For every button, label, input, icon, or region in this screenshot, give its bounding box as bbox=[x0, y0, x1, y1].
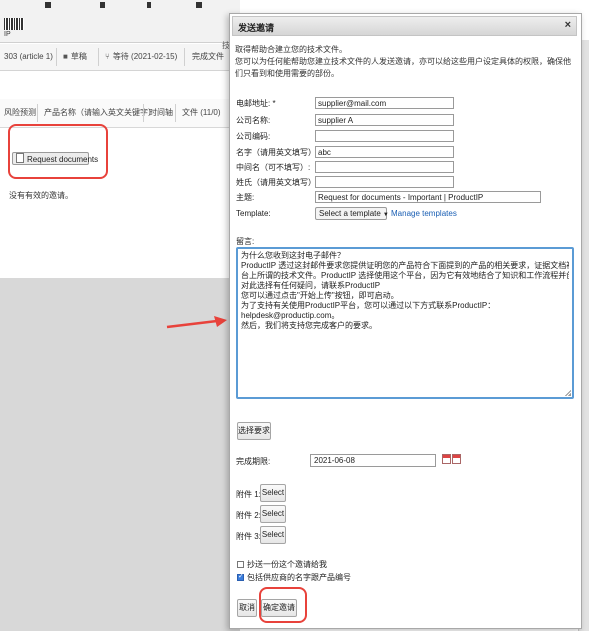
close-icon[interactable]: × bbox=[565, 19, 571, 31]
tab-label: 完成文件 bbox=[192, 52, 224, 61]
tab-separator bbox=[175, 104, 176, 122]
tab-article[interactable]: 303 (article 1) bbox=[4, 44, 53, 70]
message-line: 为什么您收到这封电子邮件？ bbox=[241, 251, 345, 260]
no-invites-text: 没有有效的邀请。 bbox=[9, 191, 73, 200]
header-decoration bbox=[196, 2, 202, 8]
attachment-3-select-button[interactable]: Select bbox=[260, 526, 286, 544]
select-requirements-button[interactable]: 选择要求 bbox=[237, 422, 271, 440]
email-field[interactable] bbox=[315, 97, 454, 109]
subtab-files[interactable]: 文件 (11/0) bbox=[182, 99, 221, 127]
calendar-icon[interactable] bbox=[442, 454, 451, 464]
company-name-label: 公司名称: bbox=[236, 116, 271, 125]
tab-label: 等待 (2021-02-15) bbox=[112, 52, 178, 61]
attachment-1-select-button[interactable]: Select bbox=[260, 484, 286, 502]
workflow-icon: ⑂ bbox=[105, 52, 110, 61]
highlight-box bbox=[259, 587, 307, 623]
middle-name-label: 中间名（可不填写）: bbox=[236, 163, 311, 172]
dialog-header: 发送邀请 × bbox=[232, 16, 577, 36]
red-arrow-icon bbox=[166, 316, 227, 329]
message-line: 然后，我们将支持您完成客户的要求。 bbox=[241, 321, 377, 330]
message-line: 为了支持有关使用ProductIP平台，您可以通过以下方式联系ProductIP… bbox=[241, 301, 496, 310]
attachment-3-label: 附件 3: bbox=[236, 532, 261, 541]
template-selected: Select a template bbox=[319, 209, 381, 218]
app-logo[interactable]: IP bbox=[4, 18, 26, 38]
message-line: 对此选择有任何疑问，请联系ProductIP bbox=[241, 281, 381, 290]
subject-field[interactable] bbox=[315, 191, 541, 203]
subject-label: 主题: bbox=[236, 193, 255, 202]
cancel-button[interactable]: 取消 bbox=[237, 599, 257, 617]
folder-icon: ■ bbox=[63, 52, 68, 61]
company-code-label: 公司编码: bbox=[236, 132, 271, 141]
subtab-product-name[interactable]: 产品名称（请输入英文关键字） bbox=[44, 99, 156, 127]
deadline-label: 完成期限: bbox=[236, 457, 271, 466]
message-line: 您可以通过点击"开始上传"按钮，即可启动。 bbox=[241, 291, 399, 300]
highlight-box bbox=[8, 124, 108, 179]
manage-templates-link[interactable]: Manage templates bbox=[391, 209, 457, 218]
tab-label: 303 (article 1) bbox=[4, 52, 53, 61]
first-name-field[interactable] bbox=[315, 146, 454, 158]
header-decoration bbox=[147, 2, 151, 8]
last-name-label: 姓氏（请用英文填写）: bbox=[236, 178, 319, 187]
tab-complete[interactable]: 完成文件 bbox=[192, 44, 224, 70]
attachment-1-label: 附件 1: bbox=[236, 490, 261, 499]
app-header: IP bbox=[0, 0, 240, 43]
header-decoration bbox=[100, 2, 105, 8]
dialog-title: 发送邀请 bbox=[238, 23, 275, 33]
cc-me-checkbox[interactable] bbox=[237, 561, 244, 568]
include-supplier-checkbox[interactable] bbox=[237, 572, 244, 581]
calendar-clear-icon[interactable] bbox=[452, 454, 461, 464]
tab-label: 草稿 bbox=[70, 52, 87, 61]
deadline-field[interactable]: 2021-06-08 bbox=[310, 454, 436, 467]
barcode-icon bbox=[4, 18, 24, 30]
email-label: 电邮地址: * bbox=[236, 99, 276, 108]
tab-draft[interactable]: ■ 草稿 bbox=[63, 44, 87, 70]
tab-separator bbox=[98, 48, 99, 66]
tab-separator bbox=[184, 48, 185, 66]
message-line: ProductIP 透过这封邮件要求您提供证明您的产品符合下面提到的产品的相关要… bbox=[241, 261, 569, 270]
company-name-field[interactable] bbox=[315, 114, 454, 126]
tab-separator bbox=[56, 48, 57, 66]
template-select[interactable]: Select a template ▼ bbox=[315, 207, 389, 220]
last-name-field[interactable] bbox=[315, 176, 454, 188]
middle-name-field[interactable] bbox=[315, 161, 454, 173]
company-code-field[interactable] bbox=[315, 130, 454, 142]
header-decoration bbox=[45, 2, 51, 8]
chevron-down-icon: ▼ bbox=[382, 212, 389, 218]
message-label: 留言: bbox=[236, 237, 255, 246]
message-line: 台上所谓的技术文件。ProductIP 选择使用这个平台，因为它有效地结合了知识… bbox=[241, 271, 569, 280]
attachment-2-select-button[interactable]: Select bbox=[260, 505, 286, 523]
tab-separator bbox=[143, 104, 144, 122]
status-tabs: 303 (article 1) ■ 草稿 ⑂ 等待 (2021-02-15) 完成文… bbox=[0, 44, 240, 71]
tab-separator bbox=[37, 104, 38, 122]
cc-me-label: 抄送一份这个邀请给我 bbox=[247, 560, 327, 569]
send-invitation-dialog: 发送邀请 × 取得帮助合建立您的技术文件。 您可以为任何能帮助您建立技术文件的人… bbox=[229, 13, 582, 629]
subtab-timeline[interactable]: 时间轴 bbox=[149, 99, 173, 127]
tab-waiting[interactable]: ⑂ 等待 (2021-02-15) bbox=[105, 44, 177, 70]
include-supplier-label: 包括供应商的名字跟产品编号 bbox=[247, 573, 351, 582]
template-label: Template: bbox=[236, 209, 271, 218]
intro-line-1: 取得帮助合建立您的技术文件。 bbox=[235, 45, 347, 54]
attachment-2-label: 附件 2: bbox=[236, 511, 261, 520]
logo-text: IP bbox=[4, 31, 11, 38]
subtab-risk[interactable]: 风险预测 bbox=[4, 99, 36, 127]
message-textarea[interactable]: 为什么您收到这封电子邮件？ ProductIP 透过这封邮件要求您提供证明您的产… bbox=[236, 247, 574, 399]
intro-line-2: 您可以为任何能帮助您建立技术文件的人发送邀请，亦可以给这些用户设定具体的权限，确… bbox=[235, 57, 571, 78]
first-name-label: 名字（请用英文填写）: * bbox=[236, 148, 324, 157]
resize-handle[interactable] bbox=[565, 390, 571, 396]
message-line: helpdesk@productip.com。 bbox=[241, 311, 340, 320]
